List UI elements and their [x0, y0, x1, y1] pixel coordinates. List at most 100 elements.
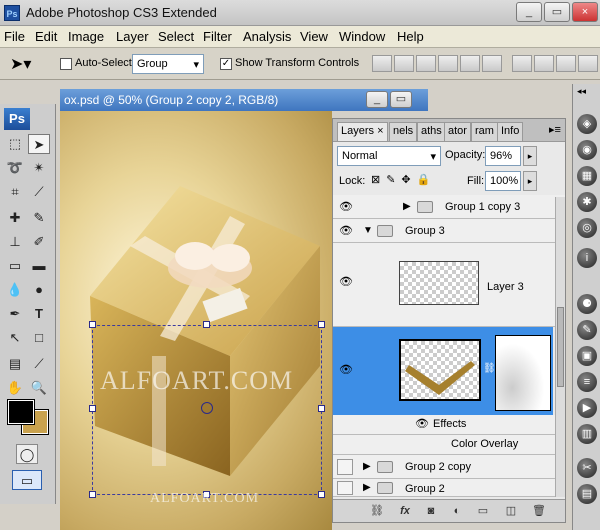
tab-navigator[interactable]: ator: [444, 122, 471, 141]
layer-row-group3[interactable]: 👁 ▼ Group 3: [333, 219, 565, 243]
add-mask-icon[interactable]: ◙: [423, 503, 439, 519]
history-brush-tool-icon[interactable]: ✐: [28, 232, 50, 252]
doc-restore-button[interactable]: ▭: [390, 91, 412, 108]
visibility-toggle-empty[interactable]: [337, 481, 353, 495]
expand-arrow-icon[interactable]: ▶: [363, 482, 371, 493]
layer-comps-panel-icon[interactable]: ▤: [577, 484, 597, 504]
layer-row-layer3[interactable]: 👁 Layer 3: [333, 243, 565, 327]
swatches-panel-icon[interactable]: ▦: [577, 166, 597, 186]
layers-scrollbar[interactable]: [555, 197, 565, 497]
layer-row-group2[interactable]: ▶ Group 2: [333, 479, 565, 497]
close-button[interactable]: ×: [572, 2, 598, 22]
opacity-input[interactable]: 96%: [485, 146, 521, 166]
eraser-tool-icon[interactable]: ▭: [4, 256, 26, 276]
lasso-tool-icon[interactable]: ➰: [4, 158, 26, 178]
adjustment-layer-icon[interactable]: ◐: [449, 503, 465, 519]
distribute-top-button[interactable]: [512, 55, 532, 72]
actions-panel-icon[interactable]: ▶: [577, 398, 597, 418]
document-canvas[interactable]: ALFOART.COM ALFOART.COM: [60, 111, 332, 530]
tab-histogram[interactable]: ram: [471, 122, 498, 141]
show-transform-checkbox[interactable]: ✓: [220, 58, 232, 70]
new-layer-icon[interactable]: ◫: [503, 503, 519, 519]
notes-tool-icon[interactable]: ▤: [4, 354, 26, 374]
doc-minimize-button[interactable]: _: [366, 91, 388, 108]
panel-menu-icon[interactable]: ▸≡: [549, 123, 561, 136]
slice-tool-icon[interactable]: ⟋: [28, 182, 50, 202]
trash-icon[interactable]: 🗑: [531, 503, 547, 519]
tab-paths[interactable]: aths: [417, 122, 446, 141]
move-tool-icon[interactable]: ➤: [28, 134, 50, 154]
eyedropper-tool-icon[interactable]: ⟋: [28, 354, 50, 374]
crop-tool-icon[interactable]: ⌗: [4, 182, 26, 202]
distribute-left-button[interactable]: [578, 55, 598, 72]
zoom-tool-icon[interactable]: 🔍: [28, 378, 50, 398]
fill-input[interactable]: 100%: [485, 171, 521, 191]
fill-slider-button[interactable]: ▸: [523, 171, 537, 191]
blur-tool-icon[interactable]: 💧: [4, 280, 26, 300]
color-overlay-row[interactable]: Color Overlay: [333, 435, 565, 455]
align-top-button[interactable]: [372, 55, 392, 72]
auto-select-checkbox[interactable]: [60, 58, 72, 70]
layer-row-group1copy3[interactable]: 👁 ▶ Group 1 copy 3: [333, 195, 565, 219]
eye-icon[interactable]: 👁: [337, 361, 355, 379]
menu-edit[interactable]: Edit: [35, 29, 57, 44]
minimize-button[interactable]: _: [516, 2, 542, 22]
opacity-slider-button[interactable]: ▸: [523, 146, 537, 166]
effects-row[interactable]: 👁 Effects: [333, 415, 565, 435]
align-bottom-button[interactable]: [416, 55, 436, 72]
transform-handle-tl[interactable]: [89, 321, 96, 328]
layer-style-icon[interactable]: fx: [397, 503, 413, 519]
dodge-tool-icon[interactable]: ●: [28, 280, 50, 300]
menu-file[interactable]: File: [4, 29, 25, 44]
expand-arrow-icon[interactable]: ▶: [363, 461, 371, 472]
link-layers-icon[interactable]: ⛓: [369, 503, 385, 519]
clone-stamp-tool-icon[interactable]: ⊥: [4, 232, 26, 252]
gradient-tool-icon[interactable]: ▬: [28, 256, 50, 276]
auto-select-dropdown[interactable]: Group ▾: [132, 54, 204, 74]
blend-mode-dropdown[interactable]: Normal ▾: [337, 146, 441, 166]
brush-tool-icon[interactable]: ✎: [28, 208, 50, 228]
transform-handle-br[interactable]: [318, 491, 325, 498]
new-group-icon[interactable]: ▭: [475, 503, 491, 519]
marquee-tool-icon[interactable]: ⬚: [4, 134, 26, 154]
character-panel-icon[interactable]: ≡: [577, 372, 597, 392]
distribute-bottom-button[interactable]: [556, 55, 576, 72]
expand-arrow-icon[interactable]: ▶: [403, 201, 411, 212]
shape-tool-icon[interactable]: □: [28, 328, 50, 348]
lock-icons[interactable]: ⊠✎✥🔒: [371, 173, 436, 186]
menu-select[interactable]: Select: [158, 29, 194, 44]
eye-icon[interactable]: 👁: [337, 222, 355, 240]
clone-source-panel-icon[interactable]: ▣: [577, 346, 597, 366]
brushes-panel-icon[interactable]: ⚈: [577, 294, 597, 314]
maximize-button[interactable]: ▭: [544, 2, 570, 22]
collapse-arrow-icon[interactable]: ▼: [363, 225, 373, 236]
adjustments-panel-icon[interactable]: ◎: [577, 218, 597, 238]
align-left-button[interactable]: [438, 55, 458, 72]
hand-tool-icon[interactable]: ✋: [4, 378, 26, 398]
foreground-color-swatch[interactable]: [7, 399, 35, 425]
scrollbar-thumb[interactable]: [557, 307, 564, 387]
layer-row-group2copy[interactable]: ▶ Group 2 copy: [333, 455, 565, 479]
align-vcenter-button[interactable]: [394, 55, 414, 72]
align-hcenter-button[interactable]: [460, 55, 480, 72]
layer-row-selected[interactable]: 👁 ⛓: [333, 327, 553, 415]
align-right-button[interactable]: [482, 55, 502, 72]
styles-panel-icon[interactable]: ✱: [577, 192, 597, 212]
type-tool-icon[interactable]: T: [28, 304, 50, 324]
mask-link-icon[interactable]: ⛓: [483, 363, 496, 374]
color-panel-icon[interactable]: ◉: [577, 140, 597, 160]
transform-handle-bl[interactable]: [89, 491, 96, 498]
tool-presets-panel-icon[interactable]: ✎: [577, 320, 597, 340]
screen-mode-icon[interactable]: ▭: [12, 470, 42, 490]
transform-handle-mr[interactable]: [318, 405, 325, 412]
transform-handle-tr[interactable]: [318, 321, 325, 328]
visibility-toggle-empty[interactable]: [337, 459, 353, 475]
layer-mask-thumbnail[interactable]: [495, 335, 551, 411]
move-tool-preset-icon[interactable]: ➤▾: [10, 54, 31, 74]
menu-help[interactable]: Help: [397, 29, 424, 44]
magic-wand-tool-icon[interactable]: ✴: [28, 158, 50, 178]
history-panel-icon[interactable]: ▥: [577, 424, 597, 444]
menu-image[interactable]: Image: [68, 29, 104, 44]
menu-layer[interactable]: Layer: [116, 29, 149, 44]
menu-analysis[interactable]: Analysis: [243, 29, 291, 44]
